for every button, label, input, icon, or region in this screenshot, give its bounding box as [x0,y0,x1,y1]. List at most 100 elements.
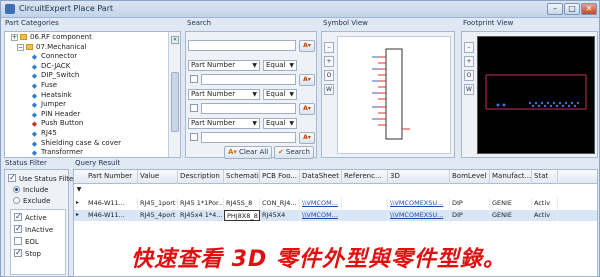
filter-button-1[interactable]: A▾ [299,40,315,52]
part-icon [31,131,38,138]
zoom-out-icon[interactable]: – [464,42,474,53]
search-field-select-3[interactable]: Part Number ▼ [188,118,260,129]
search-keyword-input[interactable] [188,40,296,51]
tree-item[interactable]: PIN Header [31,110,80,119]
use-status-filter-checkbox[interactable]: Use Status Filter [8,173,76,183]
table-cell[interactable]: \\VMCOM... [300,210,342,221]
search-value-input-3[interactable] [201,132,296,143]
part-categories-tree: +06.RF component−07.MechanicalConnectorD… [4,31,181,158]
column-header[interactable]: Part Number [86,170,138,184]
column-header[interactable]: Stat [532,170,558,184]
table-cell: PHJ8X8_8 [224,210,260,221]
tree-item[interactable]: Push Button [31,119,83,128]
status-inactive-checkbox[interactable]: InActive [14,224,53,234]
table-row[interactable]: ▸ M46-W11... RJ45_1port RJ45 1*1Por... RJ45S… [74,198,597,209]
zoom-in-icon[interactable]: + [324,56,334,67]
minimize-button[interactable]: – [547,3,563,15]
zoom-window-icon[interactable]: W [324,84,334,95]
tree-item-label: RJ45 [41,129,57,137]
status-eol-checkbox[interactable]: EOL [14,237,39,246]
zoom-in-icon[interactable]: + [464,56,474,67]
search-field-select-1[interactable]: Part Number ▼ [188,60,260,71]
maximize-button[interactable]: □ [564,3,580,15]
search-row-checkbox-2[interactable] [190,104,198,112]
status-stop-checkbox[interactable]: Stop [14,248,41,258]
search-row-checkbox-1[interactable] [190,75,198,83]
expand-icon[interactable]: + [11,34,18,41]
tree-item[interactable]: DC-JACK [31,62,70,71]
part-icon [31,73,38,80]
tree-item-label: 06.RF component [30,33,92,41]
table-cell: DIP [450,198,490,209]
tree-item[interactable]: Jumper [31,100,66,109]
search-value-input-2[interactable] [201,103,296,114]
filter-button-3[interactable]: A▾ [299,103,315,115]
table-cell [342,210,388,221]
search-icon: ✔ [278,148,284,156]
zoom-fit-icon[interactable]: O [324,70,334,81]
tree-item[interactable]: Heatsink [31,91,72,100]
column-header[interactable]: PCB Foo... [260,170,300,184]
zoom-fit-icon[interactable]: O [464,70,474,81]
tree-scroll-thumb[interactable] [171,72,179,132]
filter-button-4[interactable]: A▾ [299,132,315,144]
tree-item[interactable]: Connector [31,52,77,61]
column-header[interactable]: Value [138,170,178,184]
part-icon [31,93,38,100]
zoom-out-icon[interactable]: – [324,42,334,53]
search-op-select-1[interactable]: Equal ▼ [263,60,297,71]
clear-icon: A▾ [228,148,237,156]
table-cell: RJ45S_8 [224,198,260,209]
tree-item[interactable]: − 07.Mechanical [17,43,87,51]
search-op-select-3[interactable]: Equal ▼ [263,118,297,129]
tree-item[interactable]: Transformer [31,148,83,157]
search-header: Search [187,19,212,27]
tree-item[interactable]: Fuse [31,81,57,90]
tree-item-label: Connector [41,52,78,61]
search-value-input-1[interactable] [201,74,296,85]
column-header[interactable]: Manufact... [490,170,532,184]
tree-item[interactable]: RJ45 [31,129,57,138]
table-cell: GENIE [490,198,532,209]
footprint-view-panel: – + O W [461,31,598,158]
checkbox[interactable] [14,248,22,257]
table-row[interactable]: ▸ M46-W11... RJ45_4port RJ45x4 1*4... PHJ8X8… [74,210,597,221]
search-row-checkbox-3[interactable] [190,133,198,141]
column-header[interactable]: BomLevel [450,170,490,184]
collapse-icon[interactable]: « [171,36,179,44]
checkbox[interactable] [14,224,22,233]
table-cell[interactable]: \\VMCOMEXSU... [388,210,450,221]
collapse-icon[interactable]: − [17,43,24,51]
search-field-select-2[interactable]: Part Number ▼ [188,89,260,100]
column-header[interactable]: Schemati... [224,170,260,184]
status-active-checkbox[interactable]: Active [14,212,47,222]
window-title: CircuitExpert Place Part [19,4,114,13]
radio-dot[interactable] [13,197,20,204]
chevron-down-icon: ▼ [252,120,257,127]
checkbox[interactable] [14,237,22,245]
search-button[interactable]: ✔ Search [274,146,314,159]
zoom-window-icon[interactable]: W [464,84,474,95]
exclude-radio[interactable]: Exclude [13,197,50,205]
tree-scrollbar[interactable]: « [168,32,180,157]
include-radio[interactable]: Include [13,186,48,194]
footprint-view-header: Footprint View [463,19,514,27]
search-op-select-2[interactable]: Equal ▼ [263,89,297,100]
column-header[interactable]: 3D [388,170,450,184]
table-cell[interactable]: \\VMCOM... [300,198,342,209]
column-header[interactable]: Description [178,170,224,184]
tree-item[interactable]: Shielding case & cover [31,139,121,148]
part-icon [31,54,38,61]
tree-item[interactable]: +06.RF component [11,33,92,41]
table-cell[interactable]: \\VMCOMEXSU... [388,198,450,209]
clear-all-button[interactable]: A▾ Clear All [224,146,273,159]
column-header[interactable]: Referenc... [342,170,388,184]
folder-icon [26,43,33,50]
radio-dot[interactable] [13,186,20,193]
checkbox[interactable] [14,212,22,221]
tree-item[interactable]: DIP_Switch [31,71,79,80]
column-header[interactable]: DataSheet [300,170,342,184]
filter-button-2[interactable]: A▾ [299,74,315,86]
checkbox[interactable] [8,173,16,182]
close-button[interactable]: ✕ [581,3,597,15]
